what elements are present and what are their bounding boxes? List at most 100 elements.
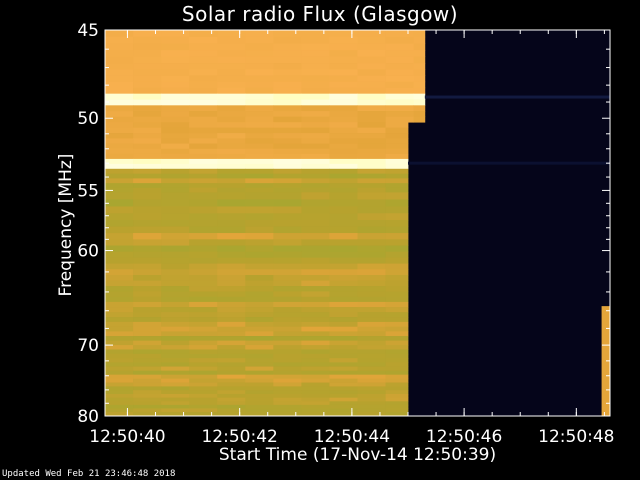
spectrogram-cell [105, 291, 134, 298]
spectrogram-cell [357, 50, 386, 58]
x-tick-label: 12:50:40 [89, 427, 165, 447]
spectrogram-cell [189, 326, 218, 332]
spectrogram-cell [161, 233, 190, 240]
spectrogram-cell [105, 336, 134, 342]
spectrogram-cell [105, 148, 134, 155]
spectrogram-cell [329, 183, 358, 189]
spectrogram-cell [161, 397, 190, 402]
spectrogram-cell [133, 178, 162, 184]
spectrogram-cell [189, 220, 218, 227]
spectrogram-cell [357, 317, 386, 323]
spectrogram-cell [413, 43, 426, 51]
spectrogram-cell [329, 178, 358, 184]
spectrogram-cell [357, 269, 386, 276]
spectrogram-cell [189, 127, 218, 134]
spectrogram-cell [189, 206, 218, 214]
spectrogram-cell [329, 133, 358, 139]
spectrogram-cell [133, 397, 162, 402]
spectrogram-cell [357, 226, 386, 234]
spectrogram-cell [189, 404, 218, 409]
spectrogram-cell [189, 286, 218, 292]
spectrogram-cell [133, 81, 162, 89]
spectrogram-cell [357, 370, 386, 376]
spectrogram-cell [273, 401, 302, 406]
spectrogram-cell [105, 50, 134, 58]
spectrogram-cell [245, 397, 274, 402]
spectrogram-cell [161, 138, 190, 144]
spectrogram-cell [301, 401, 330, 406]
spectrogram-cell [105, 269, 134, 276]
spectrogram-cell [301, 163, 330, 170]
spectrogram-cell [133, 133, 162, 139]
spectrogram-cell [301, 397, 330, 402]
spectrogram-cell [329, 286, 358, 292]
spectrogram-cell [161, 81, 190, 89]
spectrogram-cell [161, 275, 190, 281]
spectrogram-cell [133, 374, 162, 380]
spectrogram-cell [385, 401, 409, 406]
spectrogram-cell [329, 251, 358, 259]
spectrogram-cell [161, 30, 190, 38]
spectrogram-cell [245, 127, 274, 134]
spectrogram-cell [245, 269, 274, 276]
spectrogram-cell [329, 148, 358, 155]
spectrogram-cell [105, 301, 134, 308]
spectrogram-cell [385, 220, 409, 227]
spectrogram-cell [385, 81, 415, 89]
spectrogram-cell [161, 317, 190, 323]
spectrogram-cell [217, 370, 246, 376]
spectrogram-cell [105, 275, 134, 281]
spectrogram-cell [385, 386, 409, 391]
spectrogram-cell [273, 239, 302, 246]
spectrogram-cell [357, 87, 386, 95]
spectrogram-cell [301, 127, 330, 134]
spectrogram-cell [273, 245, 302, 253]
spectrogram-cell [273, 390, 302, 395]
spectrogram-cell [385, 69, 415, 76]
spectrogram-cell [329, 263, 358, 270]
spectrogram-cell [189, 153, 218, 160]
spectrogram-cell [105, 56, 134, 64]
spectrogram-cell [329, 317, 358, 323]
spectrogram-cell [273, 148, 302, 155]
spectrogram-cell [161, 133, 190, 139]
spectrogram-cell [301, 138, 330, 144]
spectrogram-cell [133, 378, 162, 383]
spectrogram-cell [189, 362, 218, 367]
spectrogram-cell [385, 192, 409, 200]
spectrogram-cell [105, 69, 134, 76]
spectrogram-cell [385, 251, 409, 259]
spectrogram-cell [301, 93, 330, 100]
spectrogram-cell [133, 105, 162, 112]
spectrogram-cell [273, 93, 302, 100]
spectrogram-cell [133, 331, 162, 337]
spectrogram-cell [189, 199, 218, 207]
spectrogram-cell [329, 75, 358, 83]
spectrogram-cell [105, 87, 134, 95]
spectrogram-cell [245, 206, 274, 214]
spectrogram-cell [105, 353, 134, 359]
spectrogram-cell [385, 75, 415, 83]
spectrogram-cell [413, 111, 426, 118]
spectrogram-cell [133, 116, 162, 123]
spectrogram-cell [301, 312, 330, 318]
spectrogram-cell [189, 257, 218, 264]
spectrogram-cell [217, 378, 246, 383]
spectrogram-chart: 12:50:40 12:50:42 12:50:44 12:50:46 12:50:48… [77, 21, 614, 447]
spectrogram-cell [245, 411, 274, 416]
spectrogram-cell [273, 353, 302, 359]
spectrogram-cell [217, 138, 246, 144]
spectrogram-cell [133, 192, 162, 200]
spectrogram-cell [133, 127, 162, 134]
spectrogram-cell [161, 374, 190, 380]
spectrogram-cell [161, 296, 190, 303]
spectrogram-cell [301, 206, 330, 214]
spectrogram-cell [189, 192, 218, 200]
spectrogram-cell [133, 43, 162, 51]
spectrogram-cell [245, 163, 274, 170]
spectrogram-cell [161, 75, 190, 83]
spectrogram-cell [133, 317, 162, 323]
spectrogram-cell [245, 280, 274, 287]
spectrogram-cell [105, 122, 134, 129]
spectrogram-cell [301, 301, 330, 308]
